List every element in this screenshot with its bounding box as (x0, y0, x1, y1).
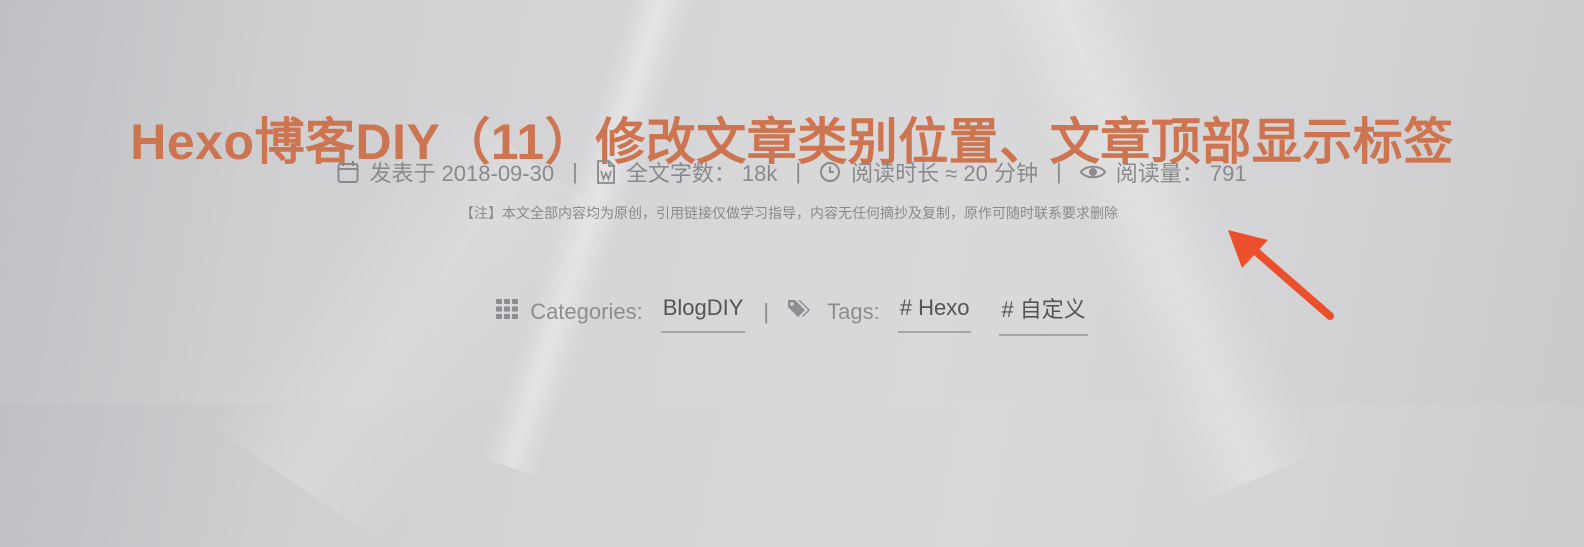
categories-label: Categories: (530, 299, 643, 324)
th-grid-icon (496, 299, 519, 325)
meta-views: 阅读量： 791 (1079, 156, 1247, 188)
meta-separator: | (1056, 159, 1062, 184)
tags-icon (787, 298, 815, 326)
footer-separator: | (763, 299, 770, 324)
category-link-blogdiy[interactable]: BlogDIY (660, 291, 746, 333)
meta-posted: 发表于 2018-09-30 (337, 156, 554, 188)
tags-label: Tags: (827, 299, 880, 324)
tag-link-custom[interactable]: # 自定义 (999, 288, 1088, 336)
background-streak (481, 0, 699, 477)
word-count: 全文字数： 18k (625, 161, 778, 186)
categories-label-group: Categories: (496, 299, 643, 325)
reading-time: 阅读时长 ≈ 20 分钟 (851, 161, 1039, 186)
view-count: 阅读量： 791 (1115, 161, 1247, 186)
meta-separator: | (795, 159, 802, 184)
eye-icon (1079, 163, 1106, 181)
copyright-note: 【注】本文全部内容均为原创，引用链接仅做学习指导，内容无任何摘抄及复制，原作可随… (460, 205, 1118, 221)
post-taxonomy: Categories: BlogDIY | Tags: # Hexo # 自定义 (0, 288, 1584, 336)
meta-word-count: 全文字数： 18k (596, 156, 778, 188)
meta-separator: | (572, 159, 578, 184)
posted-date: 发表于 2018-09-30 (369, 161, 555, 186)
tags-label-group: Tags: (787, 298, 880, 326)
meta-reading-time: 阅读时长 ≈ 20 分钟 (819, 156, 1038, 188)
post-meta: 发表于 2018-09-30 | 全文字数： 18k | 阅读时长 ≈ 20 分… (0, 156, 1584, 188)
clock-icon (819, 161, 841, 183)
word-document-icon (596, 160, 616, 184)
calendar-icon (337, 160, 359, 184)
tag-link-hexo[interactable]: # Hexo (897, 291, 972, 333)
